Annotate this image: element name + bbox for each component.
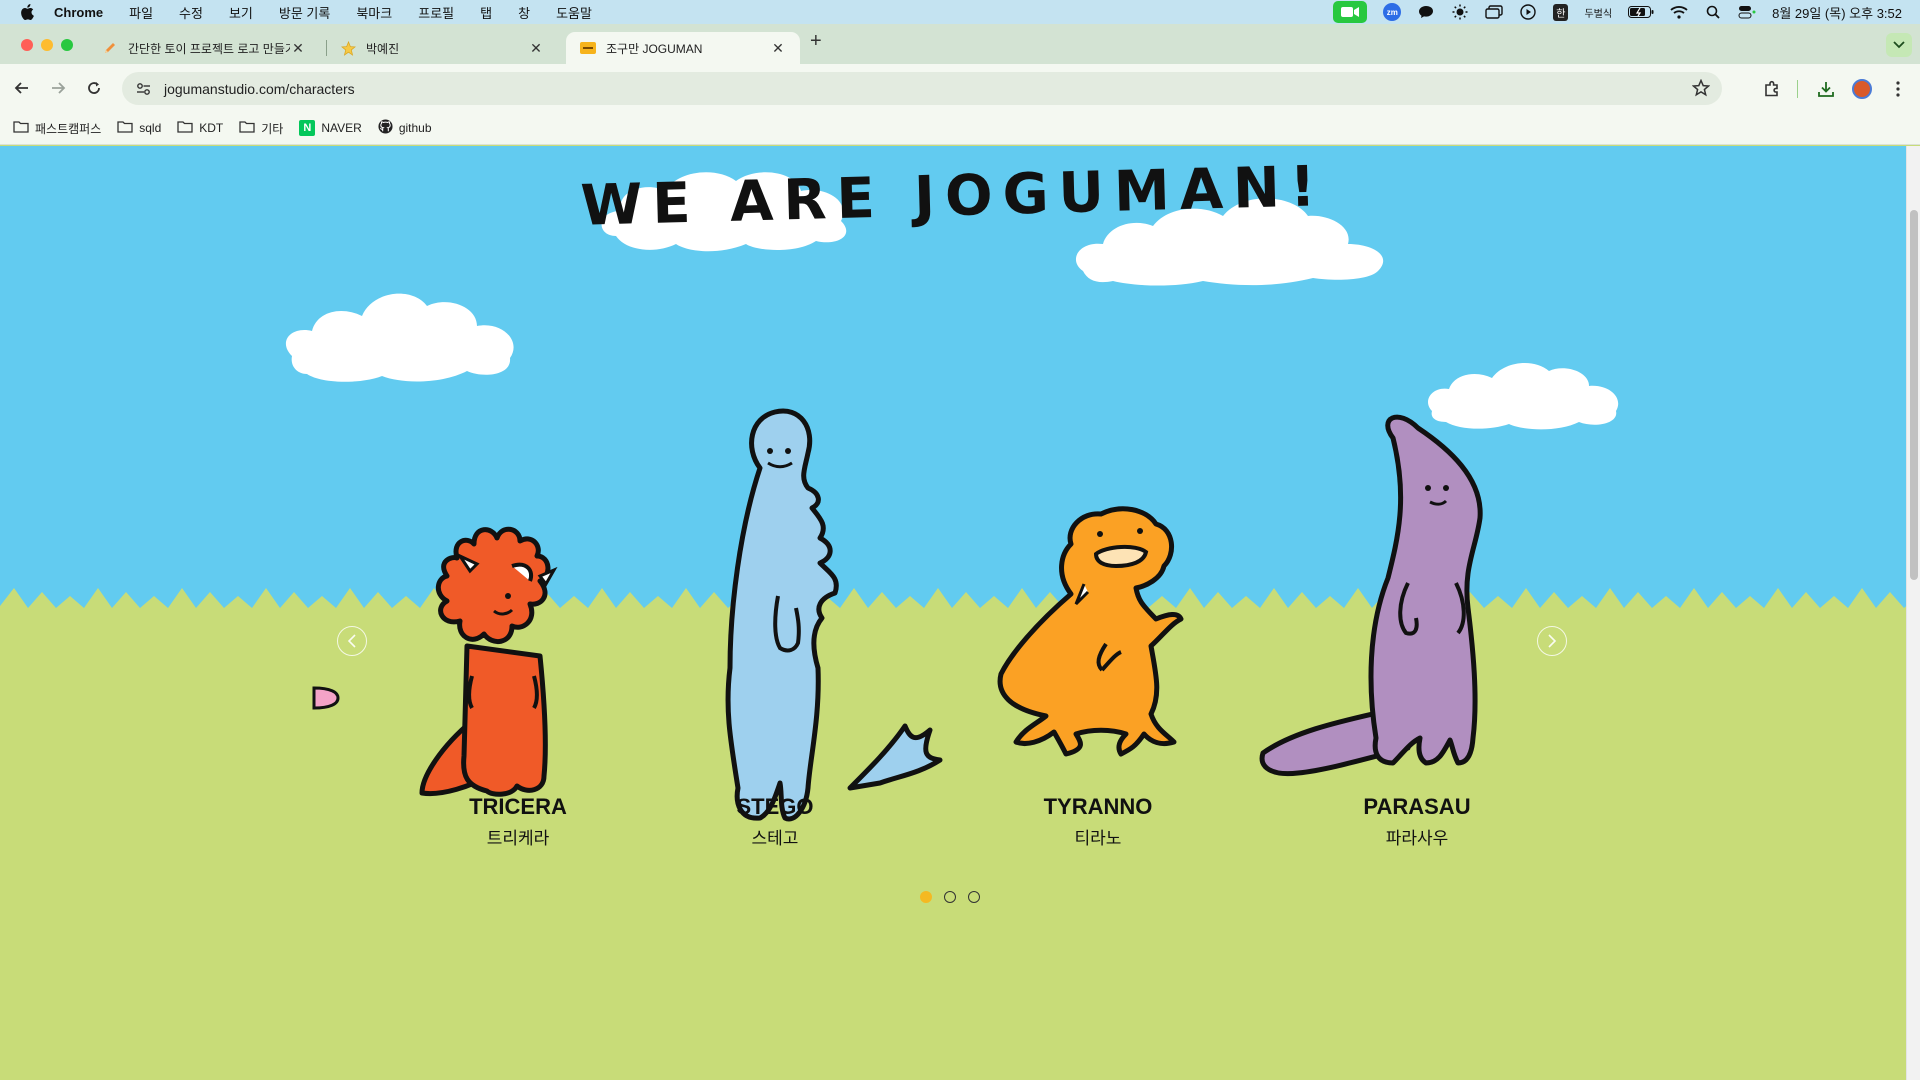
- extensions-puzzle-icon[interactable]: [1761, 78, 1783, 100]
- character-korean-name: 트리케라: [486, 829, 550, 848]
- new-tab-button[interactable]: +: [810, 30, 822, 53]
- control-center-icon[interactable]: [1738, 4, 1756, 20]
- menubar-status-area: zm 한 두벌식 8월 29일 (목) 오후 3:52: [1333, 0, 1902, 24]
- carousel-next-button[interactable]: [1537, 626, 1567, 656]
- bookmark-folder-sqld[interactable]: sqld: [117, 120, 161, 136]
- carousel-dot[interactable]: [920, 891, 932, 903]
- grass-ground: [0, 588, 1906, 1080]
- bookmark-folder-kdt[interactable]: KDT: [177, 120, 223, 136]
- joguman-characters-page: WE ARE JOGUMAN! TRICERA 트리케라 STEGO 스테고 T…: [0, 146, 1906, 1080]
- window-minimize-button[interactable]: [41, 39, 53, 51]
- partial-character-peek: [312, 686, 340, 710]
- brightness-icon[interactable]: [1451, 4, 1469, 20]
- bookmark-label: 패스트캠퍼스: [35, 121, 102, 136]
- menubar-clock[interactable]: 8월 29일 (목) 오후 3:52: [1772, 3, 1902, 22]
- tab-title: 간단한 토이 프로젝트 로고 만들기: [128, 41, 290, 56]
- input-method-badge[interactable]: 한: [1553, 3, 1569, 21]
- tab-close-icon[interactable]: ✕: [528, 40, 544, 57]
- zoom-app-icon[interactable]: zm: [1383, 3, 1402, 21]
- video-camera-icon[interactable]: [1333, 1, 1368, 23]
- bookmark-star-icon[interactable]: [1691, 78, 1711, 102]
- carousel-dot[interactable]: [968, 891, 980, 903]
- browser-tab-strip: 간단한 토이 프로젝트 로고 만들기 ✕ 박예진 ✕ 조구만 JOGUMAN ✕…: [0, 24, 1920, 64]
- folder-icon: [117, 120, 133, 136]
- menu-view[interactable]: 보기: [229, 3, 253, 22]
- bookmark-label: NAVER: [321, 121, 362, 135]
- cloud-illustration: [285, 293, 514, 382]
- character-korean-name: 파라사우: [1385, 829, 1449, 848]
- scrollbar-thumb[interactable]: [1910, 210, 1918, 580]
- screen-mirroring-icon[interactable]: [1485, 4, 1503, 20]
- character-korean-name: 티라노: [1074, 829, 1122, 848]
- bookmark-label: 기타: [261, 121, 284, 136]
- tab-close-icon[interactable]: ✕: [770, 40, 786, 57]
- bookmark-folder-etc[interactable]: 기타: [239, 120, 283, 137]
- media-play-icon[interactable]: [1519, 4, 1537, 20]
- menu-help[interactable]: 도움말: [556, 3, 592, 22]
- bookmark-label: KDT: [199, 121, 224, 135]
- avatar: [1852, 79, 1872, 99]
- carousel-pagination: [920, 891, 980, 903]
- tab-search-chevron-icon[interactable]: [1886, 33, 1912, 57]
- bookmark-naver[interactable]: N NAVER: [299, 120, 362, 136]
- bookmark-label: sqld: [139, 121, 162, 135]
- menu-history[interactable]: 방문 기록: [279, 3, 330, 22]
- github-icon: [378, 119, 393, 137]
- menu-app-name[interactable]: Chrome: [54, 5, 103, 20]
- profile-avatar[interactable]: [1851, 78, 1873, 100]
- folder-icon: [13, 120, 29, 136]
- site-settings-icon[interactable]: [134, 79, 154, 99]
- bookmarks-bar: 패스트캠퍼스 sqld KDT 기타 N NAVER github: [0, 112, 1920, 145]
- tab-title: 박예진: [366, 41, 400, 56]
- bookmark-folder-fastcampus[interactable]: 패스트캠퍼스: [13, 120, 101, 137]
- star-icon: [340, 40, 356, 56]
- browser-toolbar: jogumanstudio.com/characters: [0, 64, 1920, 112]
- input-method-name: 두벌식: [1584, 8, 1613, 20]
- more-menu-icon[interactable]: [1887, 78, 1909, 100]
- tab-title: 조구만 JOGUMAN: [606, 41, 703, 56]
- character-name: STEGO: [736, 794, 814, 819]
- window-close-button[interactable]: [21, 39, 33, 51]
- wifi-icon[interactable]: [1670, 4, 1688, 20]
- download-icon[interactable]: [1815, 78, 1837, 100]
- back-arrow-icon[interactable]: [12, 78, 32, 98]
- bookmark-github[interactable]: github: [378, 119, 432, 137]
- character-name: PARASAU: [1363, 794, 1471, 819]
- carousel-prev-button[interactable]: [337, 626, 367, 656]
- menu-bookmarks[interactable]: 북마크: [356, 3, 392, 22]
- browser-tab[interactable]: 간단한 토이 프로젝트 로고 만들기 ✕: [88, 32, 320, 64]
- toolbar-divider: [1797, 80, 1798, 98]
- character-name: TYRANNO: [1043, 794, 1153, 819]
- naver-icon: N: [299, 120, 316, 136]
- menu-window[interactable]: 창: [518, 3, 530, 22]
- character-name: TRICERA: [469, 794, 567, 819]
- window-zoom-button[interactable]: [61, 39, 73, 51]
- browser-tab[interactable]: 박예진 ✕: [326, 32, 558, 64]
- carousel-dot[interactable]: [944, 891, 956, 903]
- apple-icon[interactable]: [20, 4, 36, 20]
- joguman-logo-icon: [580, 40, 596, 56]
- address-url[interactable]: jogumanstudio.com/characters: [164, 81, 355, 97]
- page-scrollbar[interactable]: [1906, 146, 1920, 1080]
- menu-file[interactable]: 파일: [129, 3, 153, 22]
- browser-tab-active[interactable]: 조구만 JOGUMAN ✕: [566, 32, 800, 64]
- forward-arrow-icon[interactable]: [48, 78, 68, 98]
- address-bar[interactable]: jogumanstudio.com/characters: [122, 72, 1722, 105]
- menu-edit[interactable]: 수정: [179, 3, 203, 22]
- macos-menu-bar: Chrome 파일 수정 보기 방문 기록 북마크 프로필 탭 창 도움말 zm…: [0, 0, 1920, 24]
- menu-profiles[interactable]: 프로필: [418, 3, 454, 22]
- character-korean-name: 스테고: [751, 829, 799, 848]
- folder-icon: [177, 120, 193, 136]
- chat-bubble-icon[interactable]: [1417, 4, 1435, 20]
- folder-icon: [239, 120, 255, 136]
- pencil-icon: [102, 40, 118, 56]
- menu-tab[interactable]: 탭: [480, 3, 492, 22]
- spotlight-search-icon[interactable]: [1704, 4, 1722, 20]
- bookmark-label: github: [398, 121, 432, 135]
- tab-close-icon[interactable]: ✕: [290, 40, 306, 57]
- battery-icon[interactable]: [1628, 4, 1654, 20]
- reload-icon[interactable]: [84, 78, 104, 98]
